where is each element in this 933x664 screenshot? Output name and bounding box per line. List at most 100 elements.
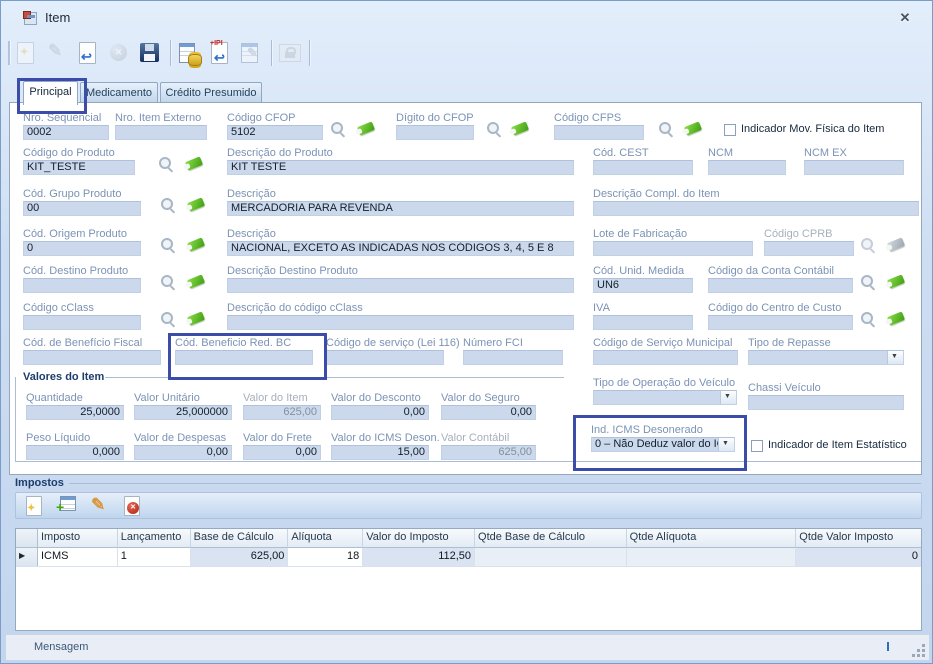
field-valor-unitario: Valor Unitário 25,000000	[134, 392, 232, 420]
eraser-icon[interactable]	[185, 236, 207, 253]
col-qtde-valor-imposto[interactable]: Qtde Valor Imposto	[796, 529, 921, 548]
iva-input[interactable]	[593, 315, 693, 330]
codigo-conta-contabil-input[interactable]	[708, 278, 853, 293]
close-button[interactable]: ✕	[896, 10, 914, 26]
valor-unitario-input[interactable]: 25,000000	[134, 405, 232, 420]
cod-origem-produto-input[interactable]: 0	[23, 241, 141, 256]
eraser-icon[interactable]	[183, 155, 205, 172]
calculate-taxes-button[interactable]	[175, 39, 203, 67]
valor-despesas-input[interactable]: 0,00	[134, 445, 232, 460]
imposto-edit-button[interactable]: ✎	[87, 494, 113, 518]
search-icon[interactable]	[859, 310, 877, 328]
ncm-input[interactable]	[708, 160, 786, 175]
search-icon[interactable]	[159, 196, 177, 214]
descricao-cclass-input[interactable]	[227, 315, 574, 330]
ipi-button[interactable]: +IPI↩	[206, 39, 234, 67]
valor-seguro-input[interactable]: 0,00	[441, 405, 536, 420]
cod-grupo-produto-input[interactable]: 00	[23, 201, 141, 216]
tab-medicamento[interactable]: Medicamento	[80, 82, 158, 102]
search-icon[interactable]	[485, 120, 503, 138]
codigo-servico-municipal-input[interactable]	[593, 350, 738, 365]
chassi-veiculo-input[interactable]	[748, 395, 904, 410]
eraser-icon[interactable]	[682, 120, 704, 137]
numero-fci-input[interactable]	[463, 350, 563, 365]
descricao-destino-input[interactable]	[227, 278, 574, 293]
search-icon[interactable]	[159, 273, 177, 291]
col-imposto[interactable]: Imposto	[38, 529, 118, 548]
descricao-origem-input[interactable]: NACIONAL, EXCETO AS INDICADAS NOS CÓDIGO…	[227, 241, 574, 256]
tipo-operacao-veiculo-select[interactable]	[593, 390, 737, 405]
nro-item-externo-input[interactable]	[115, 125, 207, 140]
search-icon[interactable]	[159, 310, 177, 328]
codigo-produto-input[interactable]: KIT_TESTE	[23, 160, 135, 175]
indicador-item-estatistico-checkbox[interactable]	[751, 440, 763, 452]
chevron-down-icon[interactable]	[718, 438, 734, 451]
report-button[interactable]: ✎	[237, 39, 265, 67]
codigo-cfps-input[interactable]	[554, 125, 644, 140]
imposto-add-button[interactable]: +	[54, 494, 80, 518]
col-qtde-base-calculo[interactable]: Qtde Base de Cálculo	[475, 529, 627, 548]
save-button[interactable]	[136, 39, 164, 67]
valor-icms-deson-input[interactable]: 15,00	[331, 445, 429, 460]
table-row[interactable]: ICMS 1 625,00 18 112,50 0	[16, 548, 921, 567]
valor-frete-input[interactable]: 0,00	[243, 445, 321, 460]
new-record-button[interactable]: ✦	[12, 39, 40, 67]
codigo-cprb-input[interactable]	[764, 241, 854, 256]
resize-grip[interactable]	[910, 642, 925, 657]
codigo-cclass-input[interactable]	[23, 315, 141, 330]
eraser-icon[interactable]	[885, 310, 907, 327]
imposto-new-button[interactable]: ✦	[22, 494, 48, 518]
field-label: Descrição	[227, 188, 574, 201]
title-bar[interactable]: Item ✕	[1, 1, 932, 33]
cod-unid-medida-input[interactable]: UN6	[593, 278, 693, 293]
eraser-icon[interactable]	[185, 273, 207, 290]
descricao-compl-item-input[interactable]	[593, 201, 919, 216]
field-valor-do-item: Valor do Item 625,00	[243, 392, 321, 420]
tab-principal[interactable]: Principal	[23, 81, 78, 105]
eraser-icon[interactable]	[509, 120, 531, 137]
search-icon[interactable]	[159, 236, 177, 254]
eraser-icon[interactable]	[885, 273, 907, 290]
col-qtde-aliquota[interactable]: Qtde Alíquota	[627, 529, 797, 548]
search-icon[interactable]	[657, 120, 675, 138]
cod-destino-produto-input[interactable]	[23, 278, 141, 293]
col-base-calculo[interactable]: Base de Cálculo	[191, 529, 289, 548]
ind-icms-desonerado-select[interactable]: 0 – Não Deduz valor do IC	[591, 437, 735, 452]
search-icon[interactable]	[859, 273, 877, 291]
revert-button[interactable]: ↩	[74, 39, 102, 67]
eraser-icon[interactable]	[185, 310, 207, 327]
digito-cfop-input[interactable]	[396, 125, 474, 140]
quantidade-input[interactable]: 25,0000	[26, 405, 124, 420]
valor-desconto-input[interactable]: 0,00	[331, 405, 429, 420]
chevron-down-icon[interactable]	[720, 391, 736, 404]
eraser-icon[interactable]	[185, 196, 207, 213]
grid-header-row: Imposto Lançamento Base de Cálculo Alíqu…	[16, 529, 921, 548]
search-icon[interactable]	[157, 155, 175, 173]
codigo-centro-custo-input[interactable]	[708, 315, 853, 330]
cod-cest-input[interactable]	[593, 160, 693, 175]
descricao-grupo-input[interactable]: MERCADORIA PARA REVENDA	[227, 201, 574, 216]
peso-liquido-input[interactable]: 0,000	[26, 445, 124, 460]
edit-record-button[interactable]: ✎	[43, 39, 71, 67]
cod-beneficio-fiscal-input[interactable]	[23, 350, 161, 365]
cod-beneficio-red-bc-input[interactable]	[175, 350, 313, 365]
tipo-repasse-select[interactable]	[748, 350, 904, 365]
descricao-produto-input[interactable]: KIT TESTE	[227, 160, 574, 175]
tab-credito-presumido[interactable]: Crédito Presumido	[160, 82, 262, 102]
col-lancamento[interactable]: Lançamento	[118, 529, 191, 548]
field-label: Descrição	[227, 228, 574, 241]
col-valor-imposto[interactable]: Valor do Imposto	[363, 529, 475, 548]
cancel-button[interactable]: ✕	[105, 39, 133, 67]
indicador-mov-fisica-checkbox[interactable]	[724, 124, 736, 136]
codigo-servico-lei116-input[interactable]	[326, 350, 444, 365]
ncm-ex-input[interactable]	[804, 160, 904, 175]
nro-sequencial-input[interactable]: 0002	[23, 125, 109, 140]
lock-button[interactable]	[276, 39, 304, 67]
search-icon[interactable]	[329, 120, 347, 138]
eraser-icon[interactable]	[355, 120, 377, 137]
imposto-delete-button[interactable]: ✕	[120, 494, 146, 518]
codigo-cfop-input[interactable]: 5102	[227, 125, 323, 140]
lote-fabricacao-input[interactable]	[593, 241, 753, 256]
col-aliquota[interactable]: Alíquota	[288, 529, 363, 548]
chevron-down-icon[interactable]	[887, 351, 903, 364]
